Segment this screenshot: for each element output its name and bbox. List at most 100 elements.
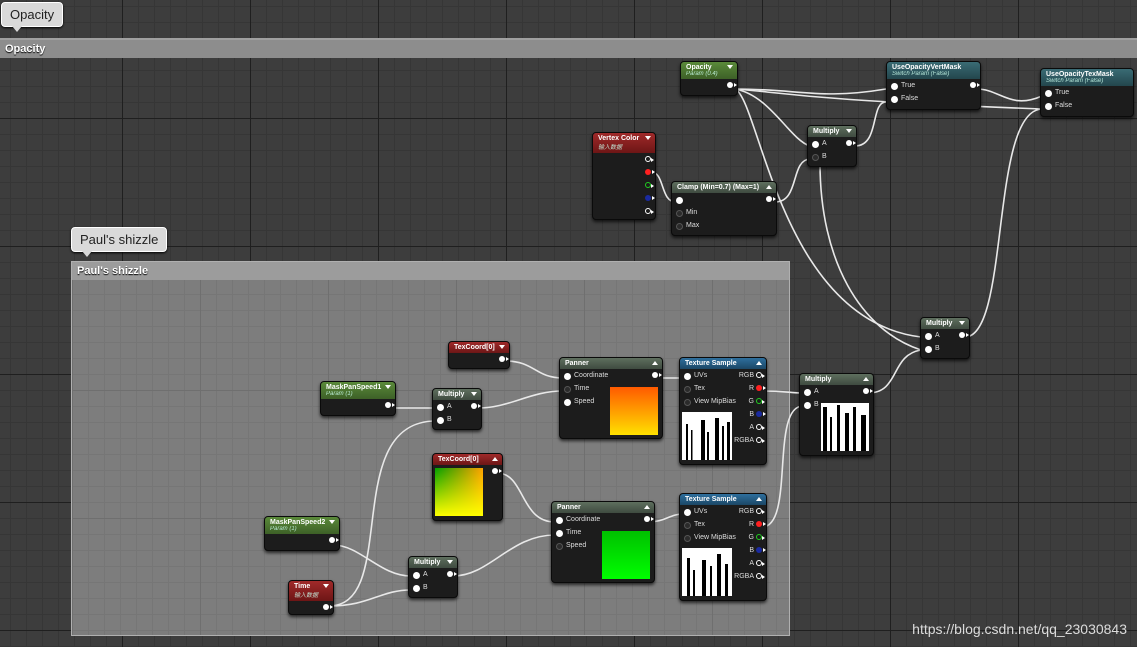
input-pin[interactable] (812, 141, 819, 148)
input-pin[interactable] (413, 572, 420, 579)
output-pin[interactable] (970, 82, 980, 88)
output-pin[interactable] (756, 372, 765, 378)
output-pin[interactable] (447, 571, 457, 577)
node-multiply-right[interactable]: Multiply A B (920, 317, 970, 359)
chevron-down-icon[interactable] (499, 345, 505, 349)
input-pin[interactable] (564, 373, 571, 380)
chevron-up-icon[interactable] (756, 361, 762, 365)
output-pin-blue[interactable] (756, 411, 766, 417)
output-pin[interactable] (492, 468, 502, 474)
node-mask-pan-speed1[interactable]: MaskPanSpeed1 Param (1) (320, 381, 396, 416)
chevron-up-icon[interactable] (756, 497, 762, 501)
node-panner-top[interactable]: Panner Coordinate Time Speed (559, 357, 663, 439)
input-pin[interactable] (684, 509, 691, 516)
input-pin[interactable] (925, 346, 932, 353)
output-pin[interactable] (863, 388, 873, 394)
input-pin[interactable] (891, 96, 898, 103)
input-pin[interactable] (437, 417, 444, 424)
chevron-down-icon[interactable] (959, 321, 965, 325)
pin-label: G (748, 398, 754, 405)
output-pin-green[interactable] (756, 398, 765, 404)
node-multiply-combine[interactable]: Multiply A B (799, 373, 874, 456)
input-pin[interactable] (812, 154, 819, 161)
chevron-down-icon[interactable] (385, 385, 391, 389)
input-pin[interactable] (684, 399, 691, 406)
output-pin[interactable] (756, 508, 765, 514)
input-pin[interactable] (925, 333, 932, 340)
node-use-opacity-tex-mask[interactable]: UseOpacityTexMask Switch Param (False) Tr… (1040, 68, 1134, 117)
input-pin[interactable] (413, 585, 420, 592)
node-texcoord-bottom[interactable]: TexCoord[0] (432, 453, 503, 521)
input-pin[interactable] (1045, 103, 1052, 110)
input-pin[interactable] (676, 223, 683, 230)
input-pin[interactable] (804, 402, 811, 409)
node-opacity-param[interactable]: Opacity Param (0.4) (680, 61, 738, 96)
input-pin[interactable] (684, 522, 691, 529)
output-pin-rgba[interactable] (756, 437, 765, 443)
output-pin[interactable] (959, 332, 969, 338)
node-use-opacity-vert-mask[interactable]: UseOpacityVertMask Switch Param (False) T… (886, 61, 981, 110)
chevron-down-icon[interactable] (846, 129, 852, 133)
output-pin[interactable] (329, 537, 339, 543)
chevron-up-icon[interactable] (652, 361, 658, 365)
input-pin[interactable] (564, 399, 571, 406)
output-pin[interactable] (323, 604, 333, 610)
node-panner-bottom[interactable]: Panner Coordinate Time Speed (551, 501, 655, 583)
output-pin-blue[interactable] (756, 547, 766, 553)
output-pin[interactable] (727, 82, 737, 88)
output-pin[interactable] (766, 196, 776, 202)
node-texcoord-top[interactable]: TexCoord[0] (448, 341, 510, 369)
chevron-up-icon[interactable] (644, 505, 650, 509)
output-pin-alpha[interactable] (756, 424, 765, 430)
input-pin[interactable] (1045, 90, 1052, 97)
node-multiply-bottom[interactable]: Multiply A B (408, 556, 458, 598)
chevron-down-icon[interactable] (471, 392, 477, 396)
node-time[interactable]: Time 输入数据 (288, 580, 334, 615)
output-pin[interactable] (644, 516, 654, 522)
input-pin[interactable] (684, 373, 691, 380)
output-pin[interactable] (645, 156, 654, 162)
input-pin[interactable] (684, 535, 691, 542)
output-pin[interactable] (846, 140, 856, 146)
output-pin[interactable] (652, 372, 662, 378)
node-texture-sample-bottom[interactable]: Texture Sample UVs RGB Tex R View MipBias G… (679, 493, 767, 601)
node-clamp[interactable]: Clamp (Min=0.7) (Max=1) Min Max (671, 181, 777, 236)
output-pin-red[interactable] (756, 521, 766, 527)
output-pin-green[interactable] (756, 534, 765, 540)
output-pin-red[interactable] (756, 385, 766, 391)
output-pin[interactable] (499, 356, 509, 362)
chevron-down-icon[interactable] (645, 136, 651, 140)
input-pin[interactable] (556, 530, 563, 537)
chevron-down-icon[interactable] (727, 65, 733, 69)
node-mask-pan-speed2[interactable]: MaskPanSpeed2 Param (1) (264, 516, 340, 551)
output-pin-blue[interactable] (645, 195, 655, 201)
input-pin[interactable] (684, 386, 691, 393)
input-pin[interactable] (676, 210, 683, 217)
node-multiply-mid[interactable]: Multiply A B (432, 388, 482, 430)
chevron-down-icon[interactable] (323, 584, 329, 588)
chevron-down-icon[interactable] (447, 560, 453, 564)
output-pin-green[interactable] (645, 182, 654, 188)
output-pin-alpha[interactable] (645, 208, 654, 214)
node-vertex-color[interactable]: Vertex Color 输入数据 (592, 132, 656, 220)
input-pin[interactable] (556, 517, 563, 524)
input-pin[interactable] (556, 543, 563, 550)
output-pin-alpha[interactable] (756, 560, 765, 566)
input-pin[interactable] (891, 83, 898, 90)
pin-label: RGBA (734, 437, 754, 444)
output-pin-rgba[interactable] (756, 573, 765, 579)
node-title: MaskPanSpeed2 (270, 519, 326, 526)
input-pin[interactable] (676, 197, 683, 204)
output-pin[interactable] (471, 403, 481, 409)
chevron-up-icon[interactable] (863, 377, 869, 381)
input-pin[interactable] (804, 389, 811, 396)
chevron-up-icon[interactable] (766, 185, 772, 189)
input-pin[interactable] (564, 386, 571, 393)
output-pin-red[interactable] (645, 169, 655, 175)
node-multiply-top[interactable]: Multiply A B (807, 125, 857, 167)
output-pin[interactable] (385, 402, 395, 408)
input-pin[interactable] (437, 404, 444, 411)
chevron-up-icon[interactable] (492, 457, 498, 461)
node-texture-sample-top[interactable]: Texture Sample UVs RGB Tex R View MipBias G… (679, 357, 767, 465)
chevron-down-icon[interactable] (329, 520, 335, 524)
